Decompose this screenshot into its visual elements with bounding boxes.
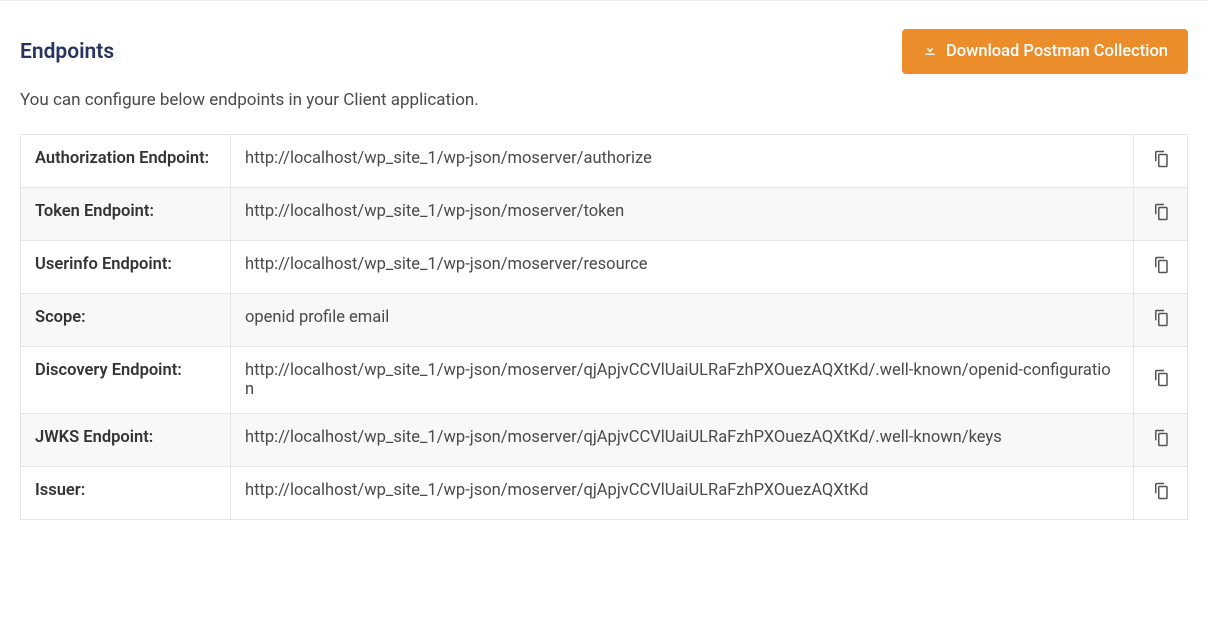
endpoint-action-cell [1134, 188, 1188, 241]
table-row: Issuer:http://localhost/wp_site_1/wp-jso… [21, 467, 1188, 520]
endpoint-label: Issuer: [21, 467, 231, 520]
endpoint-value: http://localhost/wp_site_1/wp-json/moser… [231, 414, 1134, 467]
endpoint-action-cell [1134, 467, 1188, 520]
endpoint-action-cell [1134, 347, 1188, 414]
copy-icon[interactable] [1151, 481, 1171, 501]
download-postman-button[interactable]: Download Postman Collection [902, 29, 1188, 74]
table-row: Scope:openid profile email [21, 294, 1188, 347]
endpoint-label: Userinfo Endpoint: [21, 241, 231, 294]
endpoint-value: http://localhost/wp_site_1/wp-json/moser… [231, 188, 1134, 241]
endpoint-label: Authorization Endpoint: [21, 135, 231, 188]
table-row: JWKS Endpoint:http://localhost/wp_site_1… [21, 414, 1188, 467]
section-header: Endpoints Download Postman Collection [20, 1, 1188, 74]
section-title: Endpoints [20, 40, 114, 64]
endpoint-action-cell [1134, 241, 1188, 294]
endpoint-label: Discovery Endpoint: [21, 347, 231, 414]
table-row: Userinfo Endpoint:http://localhost/wp_si… [21, 241, 1188, 294]
copy-icon[interactable] [1151, 255, 1171, 275]
endpoint-value: http://localhost/wp_site_1/wp-json/moser… [231, 241, 1134, 294]
endpoints-table: Authorization Endpoint:http://localhost/… [20, 134, 1188, 520]
endpoint-value: openid profile email [231, 294, 1134, 347]
endpoint-label: Scope: [21, 294, 231, 347]
copy-icon[interactable] [1151, 428, 1171, 448]
download-button-label: Download Postman Collection [946, 42, 1168, 61]
endpoint-action-cell [1134, 135, 1188, 188]
section-description: You can configure below endpoints in you… [20, 90, 1188, 110]
table-row: Authorization Endpoint:http://localhost/… [21, 135, 1188, 188]
endpoint-value: http://localhost/wp_site_1/wp-json/moser… [231, 467, 1134, 520]
endpoint-label: JWKS Endpoint: [21, 414, 231, 467]
copy-icon[interactable] [1151, 368, 1171, 388]
endpoint-action-cell [1134, 414, 1188, 467]
endpoint-label: Token Endpoint: [21, 188, 231, 241]
endpoint-value: http://localhost/wp_site_1/wp-json/moser… [231, 135, 1134, 188]
copy-icon[interactable] [1151, 308, 1171, 328]
table-row: Discovery Endpoint:http://localhost/wp_s… [21, 347, 1188, 414]
copy-icon[interactable] [1151, 202, 1171, 222]
copy-icon[interactable] [1151, 149, 1171, 169]
endpoint-action-cell [1134, 294, 1188, 347]
download-icon [922, 41, 938, 62]
endpoints-panel: Endpoints Download Postman Collection Yo… [0, 0, 1208, 540]
table-row: Token Endpoint:http://localhost/wp_site_… [21, 188, 1188, 241]
endpoint-value: http://localhost/wp_site_1/wp-json/moser… [231, 347, 1134, 414]
